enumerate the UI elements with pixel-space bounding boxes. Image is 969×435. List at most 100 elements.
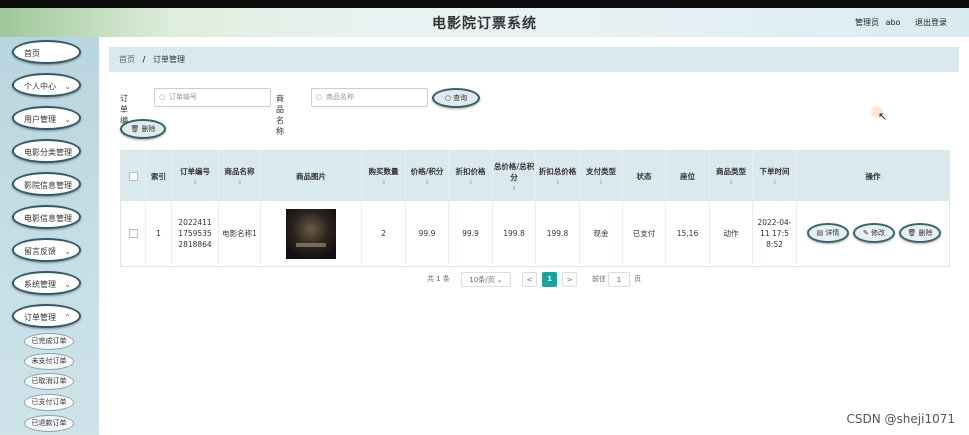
col-discount-total[interactable]: 折扣总价格 ⇕ [536, 151, 580, 201]
sort-icon: ⇕ [424, 179, 430, 186]
batch-delete-button[interactable]: 🗑 删除 [120, 119, 166, 139]
cell-actions: ▤ 详情 ✎ 修改 🗑 删除 [797, 201, 949, 266]
cell-price: 99.9 [406, 201, 449, 266]
pager-total: 共 1 条 [427, 275, 450, 283]
col-index[interactable]: 索引 [146, 151, 172, 201]
delete-button[interactable]: 🗑 删除 [899, 223, 941, 243]
sort-icon: ⇕ [380, 179, 387, 186]
main-content: 首页 / 订单管理 订单编号 ○订单编号 商品名称 ○商品名称 ○ 查询 🗑 删… [99, 37, 969, 435]
select-all-checkbox-cell [121, 151, 146, 201]
chevron-down-icon: ⌄ [64, 82, 71, 91]
cell-seat: 15,16 [666, 201, 710, 266]
col-seat[interactable]: 座位 [666, 151, 710, 201]
sort-icon: ⇕ [192, 179, 198, 186]
movie-poster-image[interactable] [286, 208, 336, 259]
col-order-no[interactable]: 订单编号 ⇕ [172, 151, 219, 201]
top-bar [0, 0, 969, 8]
app-title: 电影院订票系统 [432, 16, 537, 32]
sidebar-item-movie-category[interactable]: 电影分类管理 [12, 139, 81, 163]
edit-button[interactable]: ✎ 修改 [853, 223, 895, 243]
col-price[interactable]: 价格/积分 ⇕ [406, 151, 449, 201]
cell-goods-type: 动作 [710, 201, 753, 266]
col-discount-price[interactable]: 折扣价格 ⇕ [449, 151, 493, 201]
cell-goods-name: 电影名称1 [219, 201, 261, 266]
logout-link[interactable]: 退出登录 [915, 18, 947, 27]
cell-status: 已支付 [623, 201, 666, 266]
submenu-paid-orders[interactable]: 已支付订单 [24, 394, 74, 411]
detail-button[interactable]: ▤ 详情 [807, 223, 849, 243]
col-total[interactable]: 总价格/总积分 ⇕ [493, 151, 536, 201]
cell-goods-image [261, 201, 362, 266]
table-row: 1 202241117595352818864 电影名称1 2 99.9 99.… [121, 201, 949, 266]
page-size-select[interactable]: 10条/页 ⌄ [461, 272, 511, 287]
watermark: CSDN @sheji1071 [846, 412, 955, 426]
cell-quantity: 2 [362, 201, 406, 266]
sidebar-item-profile[interactable]: 个人中心 ⌄ [12, 73, 81, 97]
col-pay-type[interactable]: 支付类型 ⇕ [580, 151, 623, 201]
search-icon: ○ [316, 93, 323, 101]
goods-name-input[interactable]: ○ 商品名称 [311, 88, 428, 107]
sort-icon: ⇕ [771, 179, 778, 186]
table-header: 索引 订单编号 ⇕ 商品名称 ⇕ 商品图片 购买数量 ⇕ 价格/积分 ⇕ 折扣价格 ⇕ 总… [121, 151, 949, 201]
app-header: 电影院订票系统 管理员 abo 退出登录 [0, 8, 969, 37]
sidebar-item-system[interactable]: 系统管理 ⌄ [12, 271, 81, 295]
col-quantity[interactable]: 购买数量 ⇕ [362, 151, 406, 201]
orders-table: 索引 订单编号 ⇕ 商品名称 ⇕ 商品图片 购买数量 ⇕ 价格/积分 ⇕ 折扣价格 ⇕ 总… [120, 150, 950, 267]
row-checkbox-cell [121, 201, 146, 266]
col-actions: 操作 [865, 171, 881, 181]
chevron-down-icon: ⌄ [64, 247, 71, 256]
doc-icon: ▤ [816, 229, 824, 237]
cell-index: 1 [146, 201, 172, 266]
goto-label: 前往 [592, 275, 606, 283]
cell-total: 199.8 [493, 201, 536, 266]
col-goods-name[interactable]: 商品名称 ⇕ [219, 151, 261, 201]
search-icon: ○ [159, 93, 166, 101]
cell-pay-type: 现金 [580, 201, 623, 266]
submenu-unpaid-orders[interactable]: 未支付订单 [24, 353, 74, 370]
prev-page-button[interactable]: < [522, 272, 537, 287]
sort-icon: ⇕ [554, 179, 561, 186]
breadcrumb-home[interactable]: 首页 [119, 55, 135, 64]
chevron-up-icon: ⌃ [64, 313, 71, 322]
chevron-down-icon: ⌄ [64, 280, 71, 289]
sort-icon: ⇕ [236, 179, 243, 186]
col-goods-image[interactable]: 商品图片 [261, 151, 362, 201]
order-no-input[interactable]: ○ 订单编号 [154, 88, 271, 107]
next-page-button[interactable]: > [562, 272, 577, 287]
sort-icon: ⇕ [598, 179, 604, 186]
submenu-refunded-orders[interactable]: 已退款订单 [24, 415, 74, 432]
sidebar-item-feedback[interactable]: 留言反馈 ⌄ [12, 238, 81, 262]
cell-order-time: 2022-04-11 17:58:52 [753, 201, 797, 266]
query-button[interactable]: ○ 查询 [432, 88, 480, 108]
pagination: 共 1 条 10条/页 ⌄ < 1 > 前往 1 页 [427, 272, 747, 288]
submenu-completed-orders[interactable]: 已完成订单 [24, 333, 74, 350]
sidebar-item-users[interactable]: 用户管理 ⌄ [12, 106, 81, 130]
col-status[interactable]: 状态 [623, 151, 666, 201]
sort-icon: ⇕ [511, 184, 517, 192]
chevron-down-icon: ⌄ [496, 276, 503, 284]
col-order-time[interactable]: 下单时间 ⇕ [753, 151, 797, 201]
sort-icon: ⇕ [728, 179, 734, 186]
col-goods-type[interactable]: 商品类型 ⇕ [710, 151, 753, 201]
mouse-cursor-icon: ↖ [878, 110, 888, 123]
trash-icon: 🗑 [130, 125, 140, 133]
sidebar: 首页 个人中心 ⌄ 用户管理 ⌄ 电影分类管理 影院信息管理 电影信息管理 留言反馈… [0, 37, 99, 435]
pencil-icon: ✎ [862, 229, 869, 237]
trash-icon: 🗑 [907, 229, 917, 237]
goto-page-input[interactable]: 1 [608, 272, 630, 287]
sidebar-item-orders[interactable]: 订单管理 ⌃ [12, 304, 81, 328]
page-button-1[interactable]: 1 [542, 272, 557, 287]
breadcrumb-separator: / [142, 55, 146, 64]
chevron-down-icon: ⌄ [64, 115, 71, 124]
cell-discount-price: 99.9 [449, 201, 493, 266]
sidebar-item-cinema[interactable]: 影院信息管理 [12, 172, 81, 196]
goods-name-label: 商品名称 [276, 94, 284, 136]
submenu-cancelled-orders[interactable]: 已取消订单 [24, 373, 74, 390]
search-icon: ○ [444, 94, 451, 102]
username: abo [885, 18, 901, 27]
row-checkbox[interactable] [128, 229, 138, 238]
select-all-checkbox[interactable] [128, 171, 138, 181]
sort-icon: ⇕ [467, 179, 474, 186]
sidebar-item-movie-info[interactable]: 电影信息管理 [12, 205, 81, 229]
sidebar-item-home[interactable]: 首页 [12, 40, 81, 64]
